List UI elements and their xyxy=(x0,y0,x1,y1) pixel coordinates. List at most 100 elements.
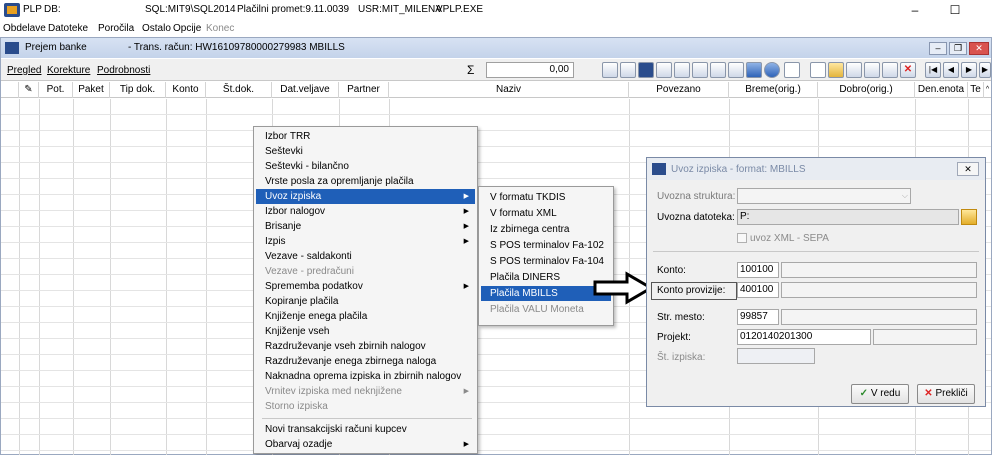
open-folder-icon[interactable] xyxy=(828,62,844,78)
tab-korekture[interactable]: Korekture xyxy=(47,65,90,76)
menu-item-razdruzevanje-enega[interactable]: Razdruževanje enega zbirnega naloga xyxy=(256,354,475,369)
mdi-minimize-button[interactable]: – xyxy=(929,42,947,55)
col-dat-veljave[interactable]: Dat.veljave xyxy=(272,82,339,98)
cancel-button[interactable]: ✕ Prekliči xyxy=(917,384,975,404)
col-breme[interactable]: Breme(orig.) xyxy=(729,82,818,98)
prev-record-icon[interactable]: ◀ xyxy=(943,62,959,78)
menu-item-sprememba-podatkov[interactable]: Sprememba podatkov ▶ xyxy=(256,279,475,294)
menu-opcije[interactable]: Opcije xyxy=(173,23,201,34)
next-record-icon[interactable]: ▶ xyxy=(961,62,977,78)
menu-item-razdruzevanje-vseh[interactable]: Razdruževanje vseh zbirnih nalogov xyxy=(256,339,475,354)
menu-item-izbor-trr[interactable]: Izbor TRR xyxy=(256,129,475,144)
mdi-restore-button[interactable]: ❐ xyxy=(949,42,967,55)
menu-item-knjizenje-enega[interactable]: Knjiženje enega plačila xyxy=(256,309,475,324)
col-tip-dok[interactable]: Tip dok. xyxy=(110,82,166,98)
menu-item-storno-izpiska[interactable]: Storno izpiska xyxy=(256,399,475,414)
tab-pregled[interactable]: Pregled xyxy=(7,65,41,76)
menu-item-label: Izbor nalogov xyxy=(265,206,326,217)
col-partner[interactable]: Partner xyxy=(339,82,389,98)
submenu-arrow-icon: ▶ xyxy=(463,193,469,200)
menu-obdelave[interactable]: Obdelave xyxy=(3,23,46,34)
menu-item-naknadna-oprema[interactable]: Naknadna oprema izpiska in zbirnih nalog… xyxy=(256,369,475,384)
menu-item-vrnitev-izpiska[interactable]: Vrnitev izpiska med neknjižene ▶ xyxy=(256,384,475,399)
submenu-item-diners[interactable]: Plačila DINERS xyxy=(481,270,611,285)
menu-item-novi-transakcijski[interactable]: Novi transakcijski računi kupcev xyxy=(256,422,475,437)
menu-konec[interactable]: Konec xyxy=(206,23,234,34)
st-izpiska-field[interactable] xyxy=(737,348,815,364)
dialog-titlebar: Uvoz izpiska - format: MBILLS ✕ xyxy=(647,158,985,180)
toolbar-blank-icon[interactable] xyxy=(784,62,800,78)
toolbar-icon-5[interactable] xyxy=(674,62,690,78)
submenu-item-zbirni-center[interactable]: Iz zbirnega centra xyxy=(481,222,611,237)
col-dobro[interactable]: Dobro(orig.) xyxy=(818,82,915,98)
col-naziv[interactable]: Naziv xyxy=(389,82,629,98)
col-te[interactable]: Te xyxy=(968,82,984,98)
toolbar-icon-9[interactable] xyxy=(746,62,762,78)
str-mesto-field[interactable]: 99857 xyxy=(737,309,779,325)
col-st-dok[interactable]: Št.dok. xyxy=(206,82,272,98)
col-konto[interactable]: Konto xyxy=(166,82,206,98)
dialog-close-button[interactable]: ✕ xyxy=(957,162,979,176)
toolbar-icon-2[interactable] xyxy=(620,62,636,78)
menu-item-izpis[interactable]: Izpis ▶ xyxy=(256,234,475,249)
menu-porocila[interactable]: Poročila xyxy=(98,23,134,34)
minimize-button[interactable]: – xyxy=(900,2,930,18)
promet-version: Plačilni promet:9.11.0039 xyxy=(237,4,350,15)
menu-item-sestevki-bilancno[interactable]: Seštevki - bilančno xyxy=(256,159,475,174)
xml-sepa-checkbox[interactable] xyxy=(737,233,747,243)
menu-item-vezave-saldakonti[interactable]: Vezave - saldakonti xyxy=(256,249,475,264)
grid-header: ✎ Pot. Paket Tip dok. Konto Št.dok. Dat.… xyxy=(1,82,991,98)
menu-ostalo[interactable]: Ostalo xyxy=(142,23,171,34)
toolbar-icon-6[interactable] xyxy=(692,62,708,78)
col-pot[interactable]: Pot. xyxy=(39,82,73,98)
sum-value-field: 0,00 xyxy=(486,62,574,78)
submenu-item-valu-moneta[interactable]: Plačila VALU Moneta xyxy=(481,302,611,317)
check-icon: ✓ xyxy=(859,388,869,399)
menu-item-vezave-predracuni[interactable]: Vezave - predračuni xyxy=(256,264,475,279)
first-record-icon[interactable]: |◀ xyxy=(925,62,941,78)
menu-item-obarvaj-ozadje[interactable]: Obarvaj ozadje ▶ xyxy=(256,437,475,452)
menu-item-kopiranje-placila[interactable]: Kopiranje plačila xyxy=(256,294,475,309)
toolbar-icon-7[interactable] xyxy=(710,62,726,78)
maximize-button[interactable]: ☐ xyxy=(940,2,970,18)
projekt-label: Projekt: xyxy=(657,332,691,343)
konto-provizije-name-field xyxy=(781,282,977,298)
submenu-item-pos-104[interactable]: S POS terminalov Fa-104 xyxy=(481,254,611,269)
tab-podrobnosti[interactable]: Podrobnosti xyxy=(97,65,150,76)
menu-item-sestevki[interactable]: Seštevki xyxy=(256,144,475,159)
col-paket[interactable]: Paket xyxy=(73,82,110,98)
konto-field[interactable]: 100100 xyxy=(737,262,779,278)
toolbar-icon-1[interactable] xyxy=(602,62,618,78)
col-den-enota[interactable]: Den.enota xyxy=(915,82,968,98)
submenu-item-tkdis[interactable]: V formatu TKDIS xyxy=(481,190,611,205)
projekt-field[interactable]: 0120140201300 xyxy=(737,329,871,345)
search-icon[interactable] xyxy=(864,62,880,78)
toolbar-icon-8[interactable] xyxy=(728,62,744,78)
konto-provizije-field[interactable]: 400100 xyxy=(737,282,779,298)
menu-item-izbor-nalogov[interactable]: Izbor nalogov ▶ xyxy=(256,204,475,219)
last-record-icon[interactable]: ▶ xyxy=(979,62,991,78)
submenu-item-mbills[interactable]: Plačila MBILLS xyxy=(481,286,611,301)
print-icon[interactable] xyxy=(846,62,862,78)
menu-item-knjizenje-vseh[interactable]: Knjiženje vseh xyxy=(256,324,475,339)
menu-item-uvoz-izpiska[interactable]: Uvoz izpiska ▶ xyxy=(256,189,475,204)
uvozna-struktura-select[interactable]: ⌵ xyxy=(737,188,911,204)
inner-subtitle: - Trans. račun: HW16109780000279983 MBIL… xyxy=(128,42,345,53)
scroll-up-icon[interactable]: ^ xyxy=(984,82,991,98)
submenu-item-pos-102[interactable]: S POS terminalov Fa-102 xyxy=(481,238,611,253)
open-folder-icon[interactable] xyxy=(961,209,977,225)
help-icon[interactable] xyxy=(764,62,780,78)
submenu-item-xml[interactable]: V formatu XML xyxy=(481,206,611,221)
ok-button[interactable]: ✓ V redu xyxy=(851,384,909,404)
toolbar-icon-4[interactable] xyxy=(656,62,672,78)
toolbar-icon-3[interactable] xyxy=(638,62,654,78)
menu-item-brisanje[interactable]: Brisanje ▶ xyxy=(256,219,475,234)
new-document-icon[interactable] xyxy=(810,62,826,78)
menu-datoteke[interactable]: Datoteke xyxy=(48,23,88,34)
uvozna-datoteka-field[interactable]: P: xyxy=(737,209,959,225)
mdi-close-button[interactable]: ✕ xyxy=(969,42,989,55)
menu-item-vrste-posla[interactable]: Vrste posla za opremljanje plačila xyxy=(256,174,475,189)
col-povezano[interactable]: Povezano xyxy=(629,82,729,98)
filter-icon[interactable] xyxy=(882,62,898,78)
delete-icon[interactable]: ✕ xyxy=(900,62,916,78)
